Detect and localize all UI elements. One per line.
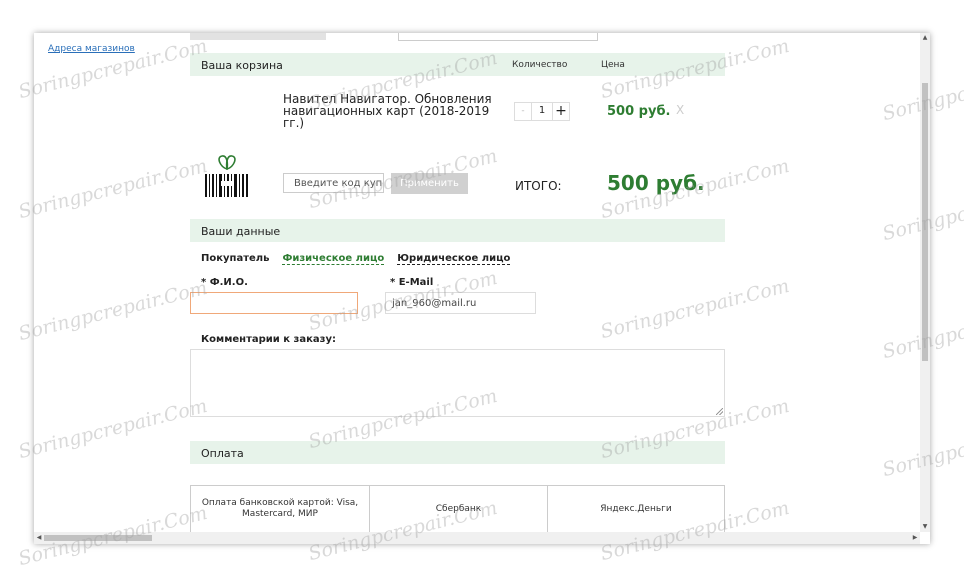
quantity-minus-button[interactable]: - <box>514 102 532 121</box>
payment-option-card[interactable]: Оплата банковской картой: Visa, Masterca… <box>191 486 369 532</box>
comment-label: Комментарии к заказу: <box>201 334 336 345</box>
cart-item-name[interactable]: Навител Навигатор. Обновления навигацион… <box>283 93 495 129</box>
quantity-stepper: - 1 + <box>514 102 570 121</box>
payment-title: Оплата <box>201 447 244 460</box>
scroll-up-icon[interactable]: ▲ <box>920 33 930 43</box>
vertical-scrollbar[interactable]: ▲ ▼ <box>920 33 930 532</box>
cart-title: Ваша корзина <box>201 59 283 72</box>
item-price: 500 руб. <box>607 104 671 119</box>
scroll-right-icon[interactable]: ▶ <box>910 532 920 544</box>
stores-link[interactable]: Адреса магазинов <box>48 44 135 54</box>
apply-coupon-button[interactable]: Применить <box>391 173 468 194</box>
scroll-down-icon[interactable]: ▼ <box>920 522 930 532</box>
browser-viewport: Адреса магазинов Ваша корзина Количество… <box>34 33 930 544</box>
email-field[interactable]: jan_960@mail.ru <box>385 292 536 314</box>
tab-legal-entity[interactable]: Юридическое лицо <box>397 253 511 265</box>
vertical-scroll-thumb[interactable] <box>922 83 928 361</box>
quantity-value[interactable]: 1 <box>532 102 552 121</box>
resize-grip-icon[interactable] <box>716 408 723 415</box>
payment-option-sberbank[interactable]: Сбербанк <box>369 486 547 532</box>
buyer-label: Покупатель <box>201 253 270 264</box>
payment-header: Оплата <box>190 441 725 464</box>
fio-label: * Ф.И.О. <box>201 277 248 288</box>
top-cut-element <box>190 33 326 40</box>
gift-barcode-icon <box>205 155 248 197</box>
customer-header: Ваши данные <box>190 219 725 242</box>
customer-title: Ваши данные <box>201 225 281 238</box>
payment-option-yandex[interactable]: Яндекс.Деньги <box>547 486 724 532</box>
cart-header: Ваша корзина Количество Цена <box>190 53 725 76</box>
scroll-left-icon[interactable]: ◀ <box>34 532 44 544</box>
comment-textarea[interactable] <box>190 349 725 417</box>
coupon-input[interactable]: Введите код купона <box>283 173 384 193</box>
top-cut-input <box>398 33 598 41</box>
payment-options: Оплата банковской картой: Visa, Masterca… <box>190 485 725 533</box>
tab-individual[interactable]: Физическое лицо <box>282 253 385 265</box>
remove-item-button[interactable]: X <box>676 103 684 117</box>
quantity-column-header: Количество <box>512 60 568 70</box>
email-label: * E-Mail <box>390 277 434 288</box>
quantity-plus-button[interactable]: + <box>552 102 570 121</box>
buyer-type-selector: Покупатель Физическое лицо Юридическое л… <box>201 253 511 265</box>
price-column-header: Цена <box>601 60 625 70</box>
total-amount: 500 руб. <box>607 171 705 195</box>
horizontal-scroll-thumb[interactable] <box>44 535 152 541</box>
horizontal-scrollbar[interactable]: ◀ ▶ <box>34 532 920 544</box>
total-label: ИТОГО: <box>515 179 562 193</box>
fio-field[interactable] <box>190 292 358 314</box>
